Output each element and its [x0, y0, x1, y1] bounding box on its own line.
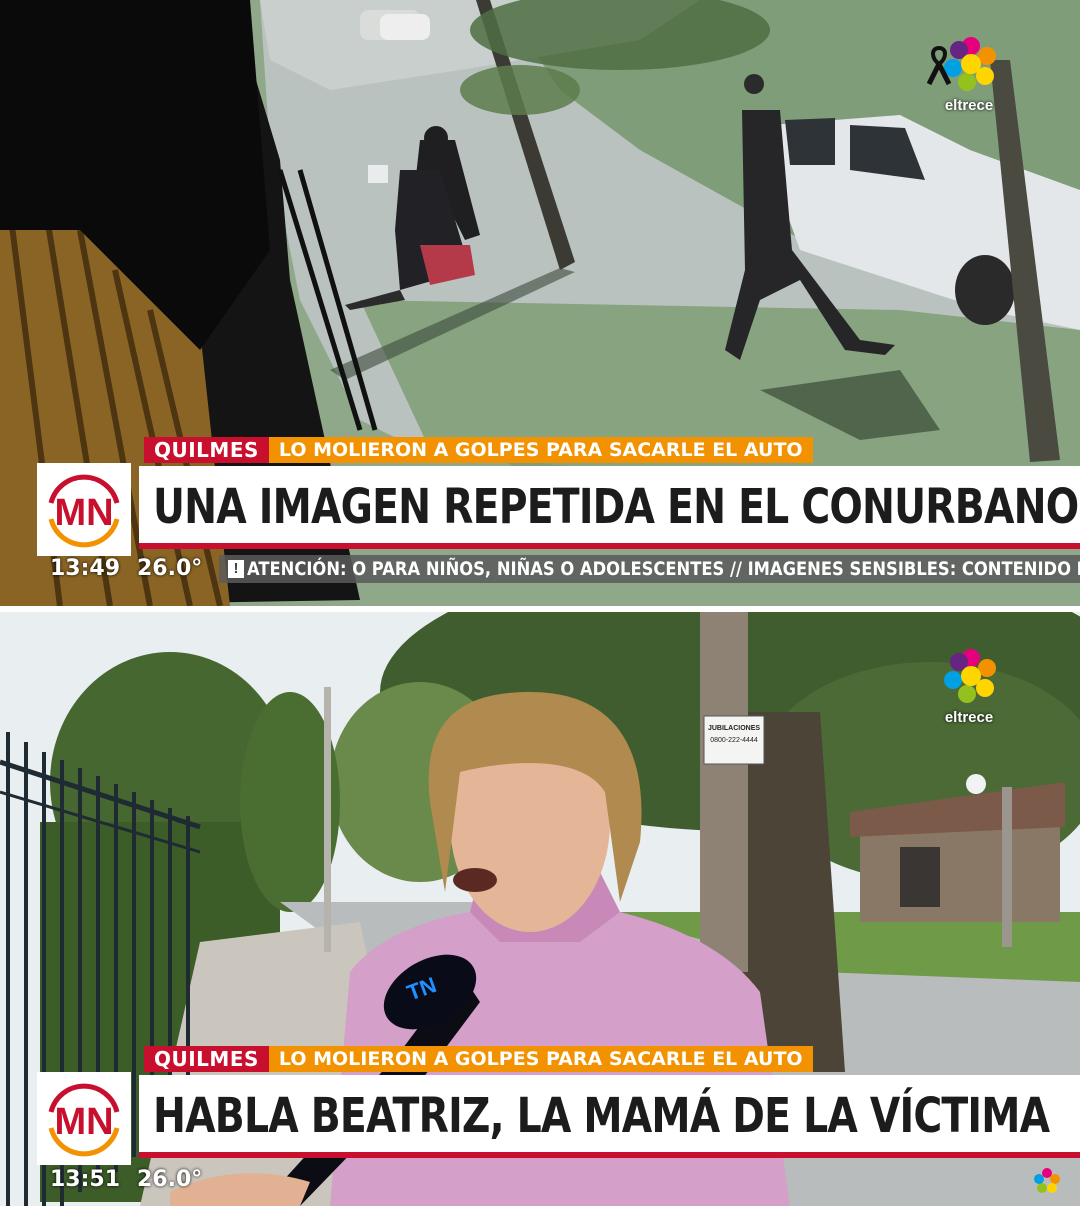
video-frame-cctv: eltrece QUILMES LO MOLIERON A GOLPES PAR… [0, 0, 1080, 606]
eltrece-bug-icon [1034, 1168, 1060, 1193]
alert-icon: ! [228, 560, 244, 578]
svg-text:MN: MN [54, 492, 113, 534]
svg-text:0800-222-4444: 0800-222-4444 [710, 737, 758, 744]
svg-text:JUBILACIONES: JUBILACIONES [708, 725, 760, 732]
mn-logo: MN [37, 463, 131, 556]
clock: 13:49 [50, 556, 121, 581]
mn-logo-icon: MN [48, 1083, 120, 1157]
eltrece-label: eltrece [944, 709, 994, 726]
kicker-topic: LO MOLIERON A GOLPES PARA SACARLE EL AUT… [268, 1046, 813, 1072]
temperature: 26.0° [137, 556, 203, 581]
headline-text: HABLA BEATRIZ, LA MAMÁ DE LA VÍCTIMA [153, 1088, 1050, 1144]
eltrece-label: eltrece [944, 97, 994, 114]
headline: HABLA BEATRIZ, LA MAMÁ DE LA VÍCTIMA [139, 1075, 1080, 1158]
svg-text:MN: MN [54, 1101, 113, 1143]
headline-text: UNA IMAGEN REPETIDA EN EL CONURBANO [153, 479, 1079, 535]
video-frame-interview: JUBILACIONES 0800-222-4444 TN eltrece QU… [0, 612, 1080, 1206]
kicker-place: QUILMES [144, 437, 269, 463]
clock: 13:51 [50, 1167, 121, 1192]
headline: UNA IMAGEN REPETIDA EN EL CONURBANO [139, 466, 1080, 549]
news-ticker: ! ATENCIÓN: O PARA NIÑOS, NIÑAS O ADOLESC… [219, 555, 1080, 583]
mn-logo: MN [37, 1072, 131, 1165]
kicker: QUILMES LO MOLIERON A GOLPES PARA SACARL… [144, 437, 813, 463]
eltrece-logo: eltrece [924, 646, 1014, 726]
ticker-bar: 13:51 26.0° [0, 1164, 1080, 1194]
kicker-place: QUILMES [144, 1046, 269, 1072]
temperature: 26.0° [137, 1167, 203, 1192]
mourning-ribbon-icon [927, 46, 951, 86]
ticker-bar: 13:49 26.0° ! ATENCIÓN: O PARA NIÑOS, NIÑ… [0, 553, 1080, 583]
mn-logo-icon: MN [48, 474, 120, 548]
eltrece-flower-icon [944, 649, 996, 703]
ticker-text: ATENCIÓN: O PARA NIÑOS, NIÑAS O ADOLESCE… [247, 558, 1080, 580]
kicker-topic: LO MOLIERON A GOLPES PARA SACARLE EL AUT… [268, 437, 813, 463]
kicker: QUILMES LO MOLIERON A GOLPES PARA SACARL… [144, 1046, 813, 1072]
